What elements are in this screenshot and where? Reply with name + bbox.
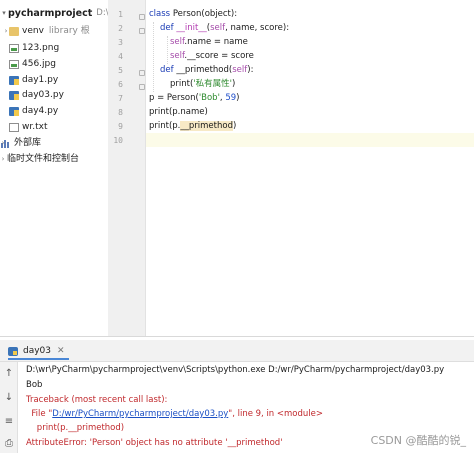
project-root-label: pycharmproject [8, 8, 93, 19]
chevron-right-icon[interactable]: › [0, 152, 7, 167]
console-traceback-file: File "D:/wr/PyCharm/pycharmproject/day03… [26, 409, 323, 419]
indent-guide [167, 36, 168, 64]
fold-marker-icon[interactable] [139, 28, 145, 34]
tree-item-label: 临时文件和控制台 [7, 154, 80, 164]
line-number: 4 [118, 52, 123, 61]
console-traceback-code: print(p.__primethod) [26, 423, 125, 433]
python-run-icon [8, 346, 18, 356]
python-file-icon [9, 76, 19, 85]
code-line-1: class Person(object): [149, 9, 238, 19]
code-line-7: p = Person('Bob', 59) [149, 93, 240, 103]
traceback-file-link[interactable]: D:/wr/PyCharm/pycharmproject/day03.py [52, 409, 228, 419]
code-line-8: print(p.name) [149, 107, 208, 117]
line-number: 6 [118, 80, 123, 89]
line-number: 3 [118, 38, 123, 47]
tree-external-libraries[interactable]: › 外部库 [0, 136, 41, 151]
image-file-icon [9, 44, 19, 53]
tree-item-venv[interactable]: › venv library 根 [5, 24, 90, 39]
soft-wrap-icon[interactable]: ≡ [0, 414, 18, 430]
tree-item-label: wr.txt [22, 122, 48, 132]
line-number: 10 [113, 136, 123, 145]
run-tab-label: day03 [23, 346, 52, 356]
watermark: CSDN @酷酷的锐_ [370, 434, 466, 447]
library-root-note: library 根 [48, 26, 90, 36]
line-number: 1 [118, 10, 123, 19]
tree-item-label: venv [22, 26, 44, 36]
tree-item-label: 456.jpg [22, 59, 56, 69]
current-line-highlight [146, 133, 474, 147]
fold-marker-icon[interactable] [139, 84, 145, 90]
tree-scratches[interactable]: › 临时文件和控制台 [0, 152, 79, 167]
line-number: 5 [118, 66, 123, 75]
image-file-icon [9, 60, 19, 69]
panel-divider[interactable] [0, 336, 474, 337]
tree-item-day03-py[interactable]: day03.py [9, 88, 64, 103]
code-line-6: print('私有属性') [170, 79, 236, 89]
print-icon[interactable]: ⎙ [0, 436, 18, 452]
text-file-icon [9, 123, 19, 132]
tree-item-day4-py[interactable]: day4.py [9, 104, 58, 119]
fold-marker-icon[interactable] [139, 14, 145, 20]
line-number-gutter: 1 2 3 4 5 6 7 8 9 10 [108, 0, 146, 336]
fold-marker-icon[interactable] [139, 70, 145, 76]
run-toolbar: ↑ ↓ ≡ ⎙ [0, 362, 18, 453]
code-line-9: print(p.__primethod) [149, 121, 237, 131]
console-command-line: D:\wr\PyCharm\pycharmproject\venv\Script… [26, 365, 445, 375]
tree-item-day1-py[interactable]: day1.py [9, 73, 58, 88]
tree-item-123-png[interactable]: 123.png [9, 41, 59, 56]
console-traceback-head: Traceback (most recent call last): [26, 395, 168, 405]
close-icon[interactable]: ✕ [57, 343, 65, 359]
tree-item-wr-txt[interactable]: wr.txt [9, 120, 47, 135]
rerun-icon[interactable]: ↑ [0, 366, 18, 382]
run-panel-header: day03 ✕ [0, 340, 474, 362]
python-file-icon [9, 107, 19, 116]
tree-root-row[interactable]: ▾ pycharmproject D:\wr\ [0, 6, 122, 21]
tree-item-456-jpg[interactable]: 456.jpg [9, 57, 56, 72]
line-number: 9 [118, 122, 123, 131]
tree-item-label: day03.py [22, 90, 64, 100]
chevron-right-icon[interactable]: › [0, 136, 7, 151]
run-tab-day03[interactable]: day03 ✕ [8, 344, 69, 360]
line-number: 7 [118, 94, 123, 103]
code-line-3: self.name = name [170, 37, 248, 47]
chevron-right-icon[interactable]: › [2, 24, 10, 39]
indent-guide [153, 22, 154, 92]
line-number: 8 [118, 108, 123, 117]
tree-item-label: 123.png [22, 43, 60, 53]
console-error-line: AttributeError: 'Person' object has no a… [26, 438, 283, 448]
line-number: 2 [118, 24, 123, 33]
tree-item-label: day4.py [22, 106, 59, 116]
folder-icon [9, 27, 19, 36]
ide-window: ▾ pycharmproject D:\wr\ › venv library 根… [0, 0, 474, 453]
tree-item-label: day1.py [22, 75, 59, 85]
tree-item-label: 外部库 [14, 138, 42, 148]
code-line-4: self.__score = score [170, 51, 254, 61]
python-file-icon [9, 91, 19, 100]
code-line-2: def __init__(self, name, score): [160, 23, 290, 33]
chevron-down-icon[interactable]: ▾ [0, 6, 8, 21]
code-editor[interactable]: class Person(object): def __init__(self,… [146, 0, 474, 336]
console-output-line: Bob [26, 380, 43, 390]
arrow-down-icon[interactable]: ↓ [0, 390, 18, 406]
code-line-5: def __primethod(self): [160, 65, 254, 75]
project-tree: ▾ pycharmproject D:\wr\ › venv library 根… [0, 0, 122, 336]
